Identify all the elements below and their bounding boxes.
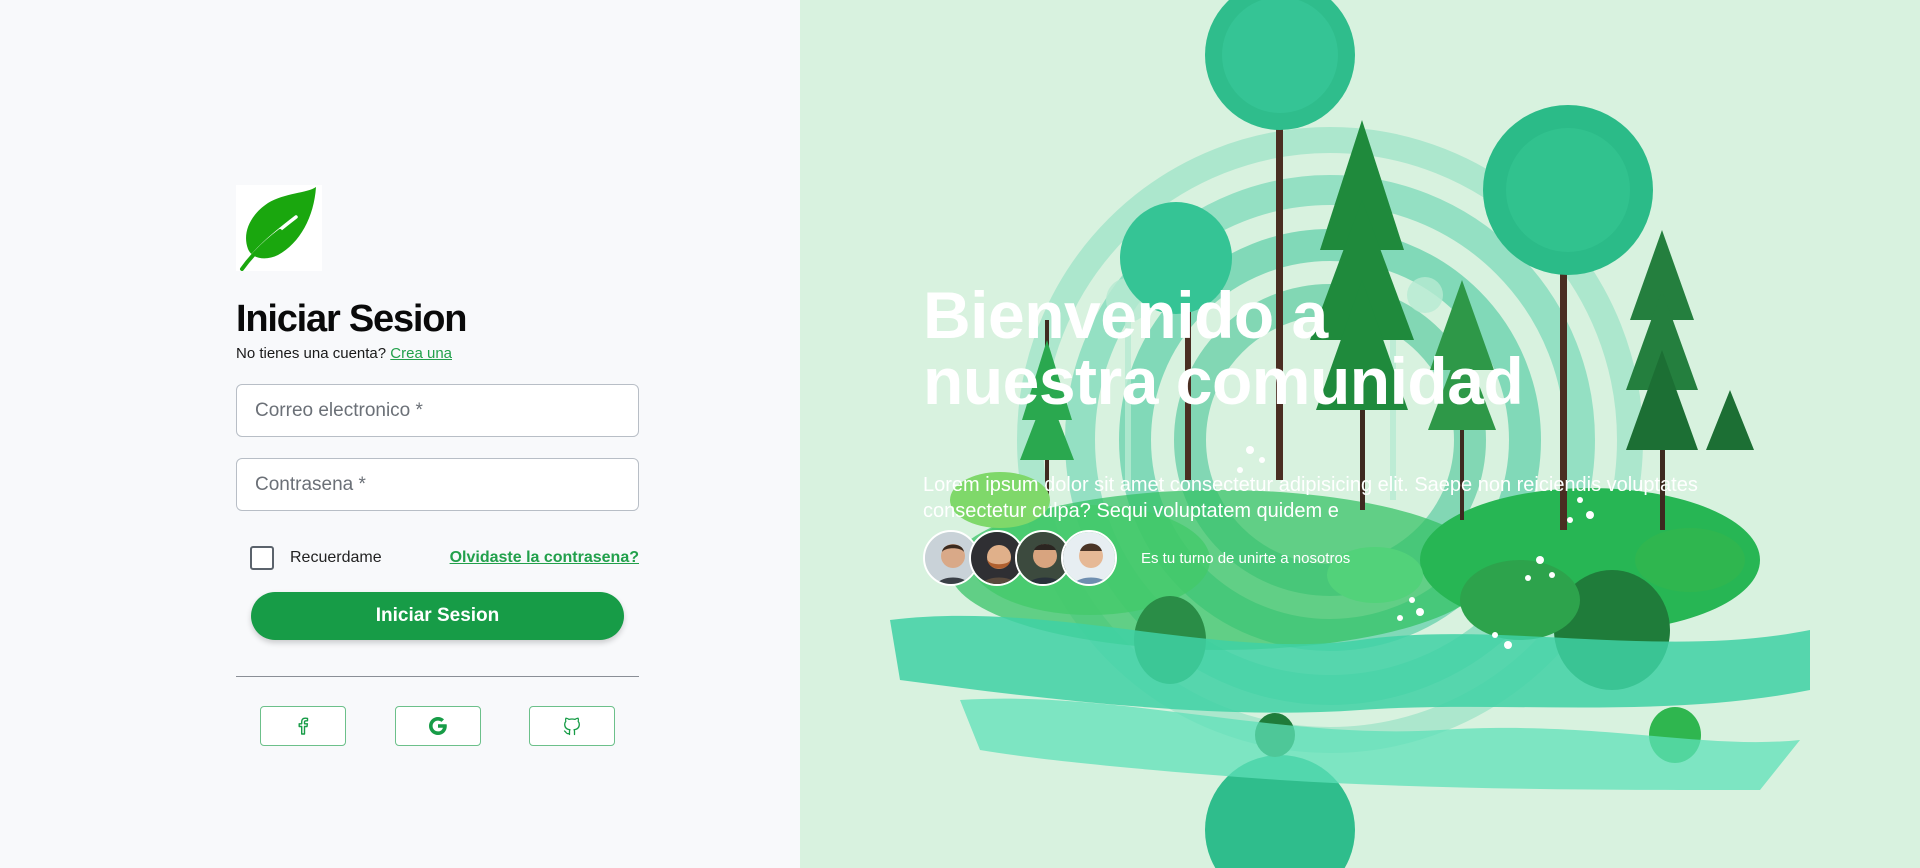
form-options: Recuerdame Olvidaste la contrasena? [236, 546, 639, 570]
remember-label: Recuerdame [290, 549, 382, 566]
signup-prompt: No tienes una cuenta? Crea una [236, 345, 639, 362]
hero-title-line2: nuestra comunidad [923, 344, 1524, 418]
social-login [236, 706, 639, 746]
join-community: Es tu turno de unirte a nosotros [923, 530, 1350, 586]
password-input[interactable] [255, 473, 620, 496]
login-form: Iniciar Sesion No tienes una cuenta? Cre… [236, 185, 639, 746]
email-field[interactable] [236, 384, 639, 437]
email-input[interactable] [255, 399, 620, 422]
facebook-icon [298, 717, 309, 735]
welcome-panel: Bienvenido a nuestra comunidad Lorem ips… [800, 0, 1920, 868]
hero-title-line1: Bienvenido a [923, 278, 1328, 352]
google-button[interactable] [394, 706, 481, 746]
login-page: Iniciar Sesion No tienes una cuenta? Cre… [0, 0, 1920, 868]
hero: Bienvenido a nuestra comunidad Lorem ips… [923, 282, 1723, 524]
signup-prompt-text: No tienes una cuenta? [236, 345, 387, 362]
signup-link[interactable]: Crea una [390, 345, 452, 362]
password-field[interactable] [236, 458, 639, 511]
divider [236, 676, 639, 677]
login-panel: Iniciar Sesion No tienes una cuenta? Cre… [0, 0, 800, 868]
leaf-logo-icon [236, 185, 322, 271]
facebook-button[interactable] [260, 706, 346, 746]
remember-checkbox[interactable] [250, 546, 274, 570]
github-button[interactable] [529, 706, 615, 746]
login-button[interactable]: Iniciar Sesion [251, 592, 624, 640]
remember-me[interactable]: Recuerdame [250, 546, 382, 570]
avatar-group [923, 530, 1117, 586]
hero-title: Bienvenido a nuestra comunidad [923, 282, 1563, 414]
page-title: Iniciar Sesion [236, 298, 467, 340]
github-icon [563, 717, 580, 736]
hero-text: Lorem ipsum dolor sit amet consectetur a… [923, 474, 1698, 522]
join-text: Es tu turno de unirte a nosotros [1141, 549, 1351, 567]
forgot-password-link[interactable]: Olvidaste la contrasena? [450, 549, 639, 567]
avatar [1061, 530, 1117, 586]
google-icon [428, 717, 447, 735]
